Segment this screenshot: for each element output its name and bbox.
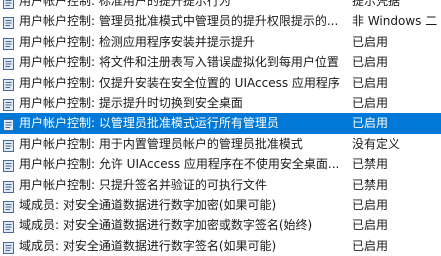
security-setting: 已启用 xyxy=(352,95,389,110)
policy-name: 域成员: 对安全通道数据进行数字签名(如果可能) xyxy=(19,238,277,253)
policy-name: 用户帐户控制: 提示提升时切换到安全桌面 xyxy=(19,95,243,110)
security-setting: 已启用 xyxy=(352,34,389,49)
policy-row[interactable]: 用户帐户控制: 将文件和注册表写入错误虚拟化到每用户位置 已启用 xyxy=(0,52,441,72)
policy-row[interactable]: 用户帐户控制: 管理员批准模式中管理员的提升权限提示的... 非 Windows … xyxy=(0,11,441,31)
policy-row[interactable]: 用户帐户控制: 检测应用程序安装并提示提升 已启用 xyxy=(0,32,441,52)
policy-row[interactable]: 用户帐户控制: 用于内置管理员帐户的管理员批准模式 没有定义 xyxy=(0,134,441,154)
policy-name: 用户帐户控制: 用于内置管理员帐户的管理员批准模式 xyxy=(19,136,303,151)
policy-icon xyxy=(3,56,14,71)
policy-icon xyxy=(3,15,14,30)
policy-icon xyxy=(3,77,14,91)
policy-icon xyxy=(3,0,14,9)
security-setting: 已启用 xyxy=(352,75,389,90)
policy-icon xyxy=(3,138,14,152)
security-setting: 已启用 xyxy=(352,116,389,131)
policy-row[interactable]: 域成员: 对安全通道数据进行数字加密(如果可能) 已启用 xyxy=(0,195,441,215)
policy-list: 用户帐户控制: 标准用户的提升提示行为 提示凭据用户帐户控制: 管理员批准模式中管… xyxy=(0,0,441,256)
policy-name: 域成员: 对安全通道数据进行数字加密或数字签名(始终) xyxy=(19,218,313,233)
policy-icon xyxy=(3,158,14,173)
policy-icon xyxy=(3,36,14,50)
policy-name: 用户帐户控制: 只提升签名并验证的可执行文件 xyxy=(19,177,267,192)
policy-row[interactable]: 用户帐户控制: 只提升签名并验证的可执行文件 已禁用 xyxy=(0,175,441,195)
security-setting: 已启用 xyxy=(352,218,389,233)
policy-row[interactable]: 用户帐户控制: 允许 UIAccess 应用程序在不使用安全桌面... 已禁用 xyxy=(0,154,441,174)
security-setting: 已禁用 xyxy=(352,177,389,192)
policy-row[interactable]: 用户帐户控制: 以管理员批准模式运行所有管理员 已启用 xyxy=(0,113,441,134)
policy-icon xyxy=(3,179,14,193)
policy-icon xyxy=(3,97,14,111)
policy-name: 用户帐户控制: 以管理员批准模式运行所有管理员 xyxy=(19,116,279,131)
security-setting: 提示凭据 xyxy=(352,0,401,8)
policy-row[interactable]: 用户帐户控制: 提示提升时切换到安全桌面 已启用 xyxy=(0,93,441,113)
policy-name: 域成员: 对安全通道数据进行数字加密(如果可能) xyxy=(19,197,277,212)
security-setting: 没有定义 xyxy=(352,136,401,151)
security-setting: 非 Windows 二 xyxy=(352,14,438,29)
policy-name: 用户帐户控制: 仅提升安装在安全位置的 UIAccess 应用程序 xyxy=(19,75,340,90)
policy-row[interactable]: 域成员: 对安全通道数据进行数字签名(如果可能) 已启用 xyxy=(0,236,441,256)
policy-row[interactable]: 用户帐户控制: 仅提升安装在安全位置的 UIAccess 应用程序 已启用 xyxy=(0,73,441,93)
policy-name: 用户帐户控制: 将文件和注册表写入错误虚拟化到每用户位置 xyxy=(19,55,339,70)
security-setting: 已禁用 xyxy=(352,157,389,172)
policy-row[interactable]: 域成员: 对安全通道数据进行数字加密或数字签名(始终) 已启用 xyxy=(0,215,441,235)
policy-name: 用户帐户控制: 管理员批准模式中管理员的提升权限提示的... xyxy=(19,14,339,29)
policy-row[interactable]: 用户帐户控制: 标准用户的提升提示行为 提示凭据 xyxy=(0,0,441,11)
policy-name: 用户帐户控制: 允许 UIAccess 应用程序在不使用安全桌面... xyxy=(19,157,340,172)
policy-icon xyxy=(3,199,14,213)
policy-icon xyxy=(3,117,14,132)
security-setting: 已启用 xyxy=(352,55,389,70)
policy-icon xyxy=(3,219,14,234)
policy-icon xyxy=(3,240,14,254)
security-setting: 已启用 xyxy=(352,197,389,212)
policy-name: 用户帐户控制: 检测应用程序安装并提示提升 xyxy=(19,34,255,49)
policy-name: 用户帐户控制: 标准用户的提升提示行为 xyxy=(19,0,231,8)
security-setting: 已启用 xyxy=(352,238,389,253)
